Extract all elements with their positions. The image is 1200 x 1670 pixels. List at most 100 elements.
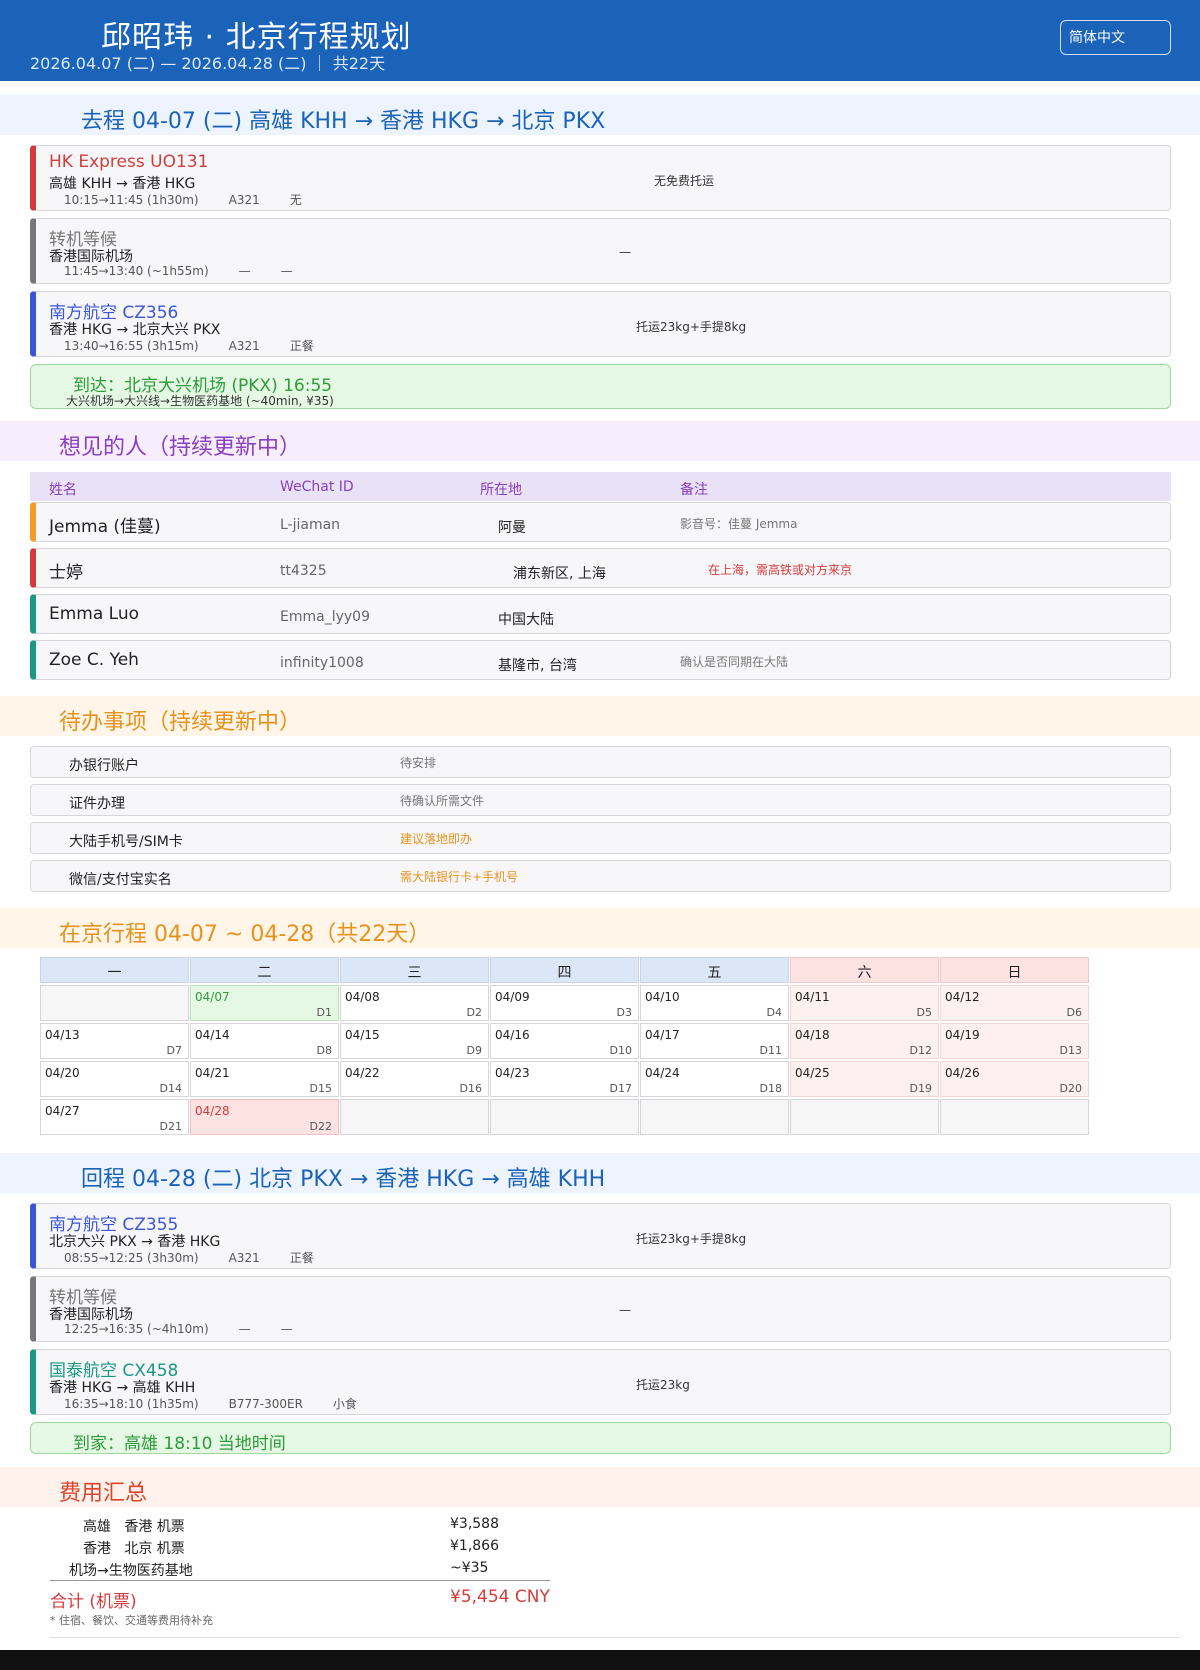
calendar-section-header: 在京行程 04-07 ~ 04-28（共22天） (0, 908, 1200, 948)
calendar-day-number: D10 (609, 1044, 632, 1057)
calendar-day: 04/17 D11 (640, 1023, 789, 1059)
flight-aircraft: A321 (228, 339, 260, 353)
cost-amount: ¥1,866 (450, 1538, 499, 1554)
cost-amount: ~¥35 (450, 1560, 489, 1576)
transfer-meta: 11:45→13:40 (~1h55m) — — (64, 264, 323, 278)
calendar-empty-cell (790, 1099, 939, 1135)
weekday-header: 一 (40, 957, 189, 983)
people-section-header: 想见的人（持续更新中） (0, 421, 1200, 461)
todo-item: 办银行账户 待安排 (30, 746, 1171, 778)
total-amount: ¥5,454 CNY (450, 1587, 550, 1607)
todo-item: 证件办理 待确认所需文件 (30, 784, 1171, 816)
transfer-aircraft: — (238, 264, 251, 278)
costs-section-header: 费用汇总 (0, 1467, 1200, 1507)
calendar-day-number: D7 (166, 1044, 182, 1057)
todo-status: 待确认所需文件 (400, 794, 485, 808)
home-arrival-title: 到家：高雄 18:10 当地时间 (73, 1434, 286, 1454)
flight-time: 13:40→16:55 (3h15m) (64, 339, 199, 353)
calendar-day-number: D8 (316, 1044, 332, 1057)
flight-aircraft: B777-300ER (228, 1397, 303, 1411)
outbound-title: 去程 04-07 (二) 高雄 KHH → 香港 HKG → 北京 PKX (81, 109, 606, 134)
person-wechat: infinity1008 (280, 655, 364, 671)
people-title: 想见的人（持续更新中） (59, 435, 302, 460)
cost-amount: ¥3,588 (450, 1516, 499, 1532)
calendar-day: 04/13 D7 (40, 1023, 189, 1059)
col-location: 所在地 (480, 482, 522, 498)
calendar-day-number: D12 (909, 1044, 932, 1057)
calendar-date: 04/28 (195, 1104, 230, 1118)
flight-meal: 正餐 (289, 339, 314, 353)
todo-status: 建议落地即办 (400, 832, 473, 846)
calendar-empty-cell (340, 1099, 489, 1135)
footer-divider (50, 1637, 1180, 1638)
person-wechat: Emma_lyy09 (280, 609, 370, 625)
person-location: 中国大陆 (498, 612, 554, 628)
calendar-date: 04/25 (795, 1066, 830, 1080)
flight-meta: 10:15→11:45 (1h30m) A321 无 (64, 191, 332, 208)
calendar-day: 04/23 D17 (490, 1061, 639, 1097)
flight-route: 香港 HKG → 高雄 KHH (49, 1380, 196, 1396)
total-label: 合计 (机票) (50, 1592, 137, 1612)
transfer-meal: — (280, 264, 293, 278)
arrival-box: 到达：北京大兴机场 (PKX) 16:55 大兴机场→大兴线→生物医药基地 (~… (30, 364, 1171, 409)
person-name: Jemma (佳蔓) (49, 517, 161, 537)
flight-baggage-note: 托运23kg+手提8kg (636, 1232, 747, 1246)
calendar-date: 04/16 (495, 1028, 530, 1042)
calendar-day: 04/16 D10 (490, 1023, 639, 1059)
flight-meal: 正餐 (289, 1251, 314, 1265)
calendar-date: 04/13 (45, 1028, 80, 1042)
table-row: Jemma (佳蔓) L-jiaman 阿曼 影音号：佳蔓 Jemma (30, 502, 1171, 542)
weekday-header: 四 (490, 957, 639, 983)
todo-item: 微信/支付宝实名 需大陆银行卡+手机号 (30, 860, 1171, 892)
person-name: 士婷 (49, 563, 83, 583)
person-location: 浦东新区, 上海 (513, 566, 606, 582)
flight-time: 16:35→18:10 (1h35m) (64, 1397, 199, 1411)
calendar-day-number: D6 (1066, 1006, 1082, 1019)
flight-route: 香港 HKG → 北京大兴 PKX (49, 322, 221, 338)
person-wechat: tt4325 (280, 563, 327, 579)
person-name: Emma Luo (49, 604, 140, 624)
people-table-header: 姓名 WeChat ID 所在地 备注 (30, 472, 1171, 501)
calendar-date: 04/24 (645, 1066, 680, 1080)
home-arrival-box: 到家：高雄 18:10 当地时间 (30, 1422, 1171, 1454)
calendar-day-number: D1 (316, 1006, 332, 1019)
todo-label: 微信/支付宝实名 (69, 872, 172, 888)
weekday-header: 二 (190, 957, 339, 983)
col-name: 姓名 (49, 482, 77, 498)
person-location: 阿曼 (498, 520, 526, 536)
calendar-title: 在京行程 04-07 ~ 04-28（共22天） (59, 922, 431, 947)
transfer-airport: 香港国际机场 (49, 1307, 133, 1323)
transfer-airport: 香港国际机场 (49, 249, 133, 265)
calendar-day: 04/26 D20 (940, 1061, 1089, 1097)
flight-baggage-note: 托运23kg+手提8kg (636, 320, 747, 334)
person-note: 确认是否同期在大陆 (680, 655, 789, 669)
cost-footnote: * 住宿、餐饮、交通等费用待补充 (50, 1614, 213, 1627)
calendar-day-number: D22 (309, 1120, 332, 1133)
todo-label: 办银行账户 (69, 758, 139, 774)
calendar-date: 04/26 (945, 1066, 980, 1080)
calendar-day: 04/25 D19 (790, 1061, 939, 1097)
calendar-day-number: D14 (159, 1082, 182, 1095)
calendar-empty-cell (640, 1099, 789, 1135)
todo-title: 待办事项（持续更新中） (59, 710, 302, 735)
flight-route: 高雄 KHH → 香港 HKG (49, 176, 196, 192)
arrival-transit: 大兴机场→大兴线→生物医药基地 (~40min, ¥35) (66, 394, 334, 408)
transfer-note: — (619, 245, 631, 259)
calendar-day: 04/20 D14 (40, 1061, 189, 1097)
calendar-date: 04/20 (45, 1066, 80, 1080)
col-note: 备注 (680, 482, 708, 498)
person-note: 影音号：佳蔓 Jemma (680, 517, 798, 531)
calendar-day: 04/08 D2 (340, 985, 489, 1021)
language-select[interactable]: 简体中文 (1060, 20, 1171, 55)
flight-baggage-note: 无免费托运 (654, 174, 715, 188)
person-location: 基隆市, 台湾 (498, 658, 577, 674)
calendar-day-number: D19 (909, 1082, 932, 1095)
calendar-date: 04/19 (945, 1028, 980, 1042)
transfer-meal: — (280, 1322, 293, 1336)
flight-baggage-note: 托运23kg (636, 1378, 690, 1392)
calendar-day: 04/10 D4 (640, 985, 789, 1021)
cost-label: 香港 北京 机票 (83, 1541, 185, 1557)
return-title: 回程 04-28 (二) 北京 PKX → 香港 HKG → 高雄 KHH (81, 1167, 606, 1192)
flight-card: 南方航空 CZ355 北京大兴 PKX → 香港 HKG 08:55→12:25… (30, 1203, 1171, 1269)
transfer-time: 12:25→16:35 (~4h10m) (64, 1322, 209, 1336)
